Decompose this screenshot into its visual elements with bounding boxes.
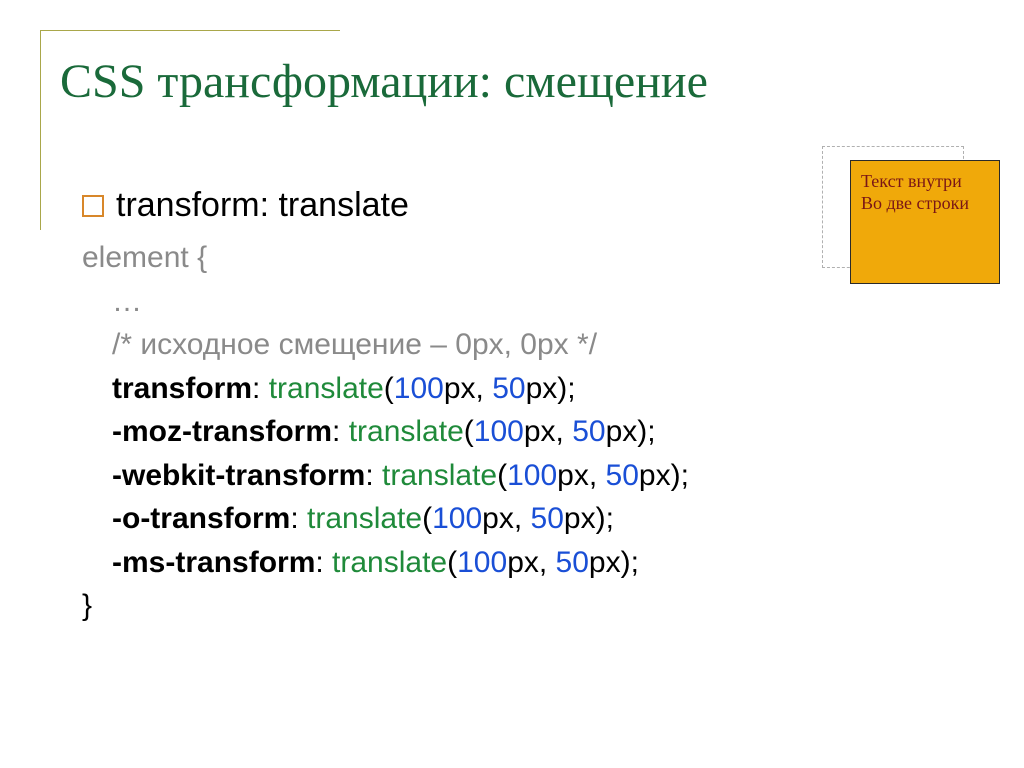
slide: CSS трансформации: смещение transform: t… bbox=[0, 0, 1024, 768]
demo-text-line2: Во две строки bbox=[861, 193, 989, 215]
prop-val-a: 100 bbox=[457, 546, 507, 579]
prop-val-b: 50 bbox=[572, 415, 605, 448]
prop-unit-a: px, bbox=[444, 372, 492, 405]
code-ellipsis: … bbox=[82, 280, 689, 324]
prop-val-b: 50 bbox=[556, 546, 589, 579]
demo-illustration: Текст внутри Во две строки bbox=[822, 146, 964, 268]
code-comment: /* исходное смещение – 0px, 0px */ bbox=[82, 323, 689, 367]
prop-fn: translate bbox=[332, 546, 447, 579]
prop-name: -moz-transform bbox=[112, 415, 332, 448]
prop-unit-b: px); bbox=[564, 502, 614, 535]
prop-val-a: 100 bbox=[432, 502, 482, 535]
prop-name: transform bbox=[112, 372, 252, 405]
prop-val-a: 100 bbox=[474, 415, 524, 448]
prop-val-b: 50 bbox=[531, 502, 564, 535]
prop-unit-a: px, bbox=[557, 459, 605, 492]
demo-translated-box: Текст внутри Во две строки bbox=[850, 160, 1000, 284]
code-prop: -ms-transform: translate(100px, 50px); bbox=[82, 541, 689, 585]
prop-unit-b: px); bbox=[526, 372, 576, 405]
code-prop: -o-transform: translate(100px, 50px); bbox=[82, 497, 689, 541]
code-prop: -moz-transform: translate(100px, 50px); bbox=[82, 410, 689, 454]
prop-val-b: 50 bbox=[492, 372, 525, 405]
prop-val-b: 50 bbox=[606, 459, 639, 492]
code-selector: element { bbox=[82, 236, 689, 280]
prop-unit-a: px, bbox=[507, 546, 555, 579]
code-prop: transform: translate(100px, 50px); bbox=[82, 367, 689, 411]
prop-unit-b: px); bbox=[589, 546, 639, 579]
title-rule-vertical bbox=[40, 30, 41, 230]
prop-val-a: 100 bbox=[394, 372, 444, 405]
bullet-item: transform: translate bbox=[82, 186, 409, 225]
prop-name: -ms-transform bbox=[112, 546, 315, 579]
square-bullet-icon bbox=[82, 195, 104, 217]
title-rule-horizontal bbox=[40, 30, 340, 31]
prop-name: -webkit-transform bbox=[112, 459, 365, 492]
demo-text-line1: Текст внутри bbox=[861, 171, 989, 193]
code-prop: -webkit-transform: translate(100px, 50px… bbox=[82, 454, 689, 498]
prop-fn: translate bbox=[269, 372, 384, 405]
code-close: } bbox=[82, 584, 689, 628]
prop-unit-a: px, bbox=[482, 502, 530, 535]
prop-fn: translate bbox=[382, 459, 497, 492]
prop-val-a: 100 bbox=[507, 459, 557, 492]
prop-unit-b: px); bbox=[606, 415, 656, 448]
prop-name: -o-transform bbox=[112, 502, 290, 535]
prop-fn: translate bbox=[349, 415, 464, 448]
prop-unit-a: px, bbox=[524, 415, 572, 448]
slide-title: CSS трансформации: смещение bbox=[60, 54, 708, 109]
prop-fn: translate bbox=[307, 502, 422, 535]
bullet-text: transform: translate bbox=[116, 186, 409, 225]
prop-unit-b: px); bbox=[639, 459, 689, 492]
code-block: element { … /* исходное смещение – 0px, … bbox=[82, 236, 689, 628]
